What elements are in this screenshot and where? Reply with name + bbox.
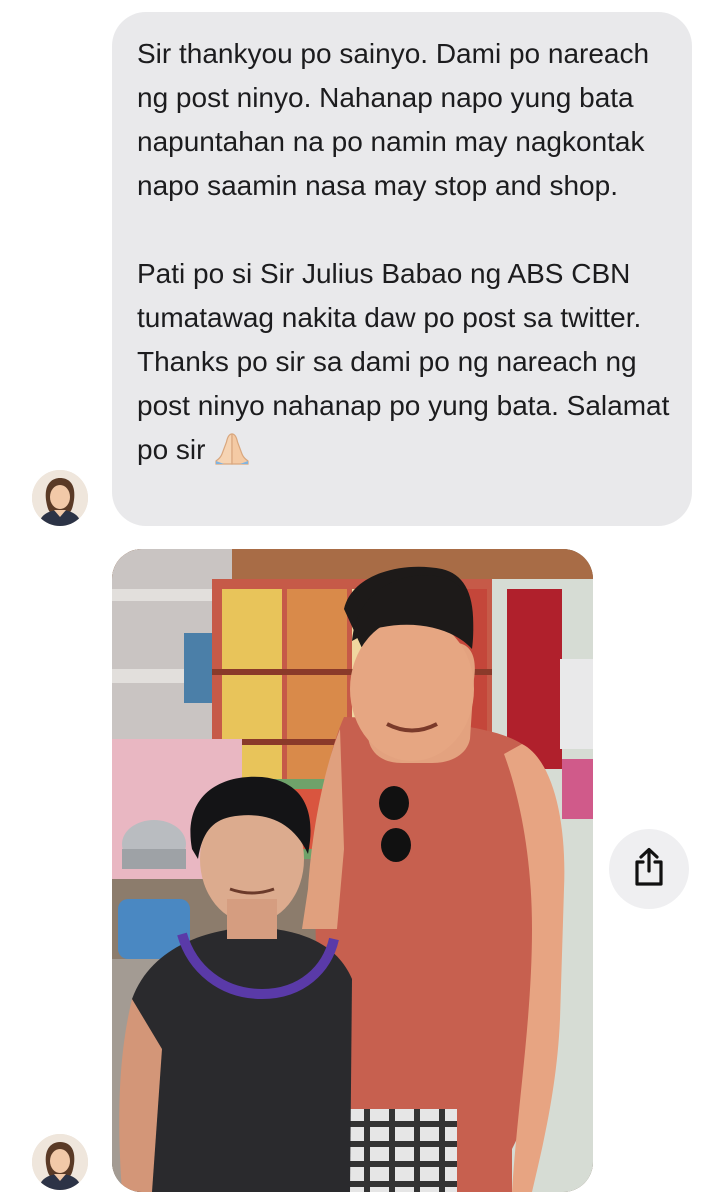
sender-avatar[interactable]: [32, 1134, 88, 1190]
message-text: Sir thankyou po sainyo. Dami po nareach …: [137, 32, 670, 478]
share-icon: [632, 847, 666, 892]
message-bubble[interactable]: Sir thankyou po sainyo. Dami po nareach …: [112, 12, 692, 526]
share-button[interactable]: [609, 829, 689, 909]
message-photo[interactable]: [112, 549, 593, 1192]
message-paragraph-1: Sir thankyou po sainyo. Dami po nareach …: [137, 38, 657, 201]
praying-hands-icon: [213, 431, 251, 478]
sender-avatar[interactable]: [32, 470, 88, 526]
conversation-view: Sir thankyou po sainyo. Dami po nareach …: [0, 0, 723, 1200]
